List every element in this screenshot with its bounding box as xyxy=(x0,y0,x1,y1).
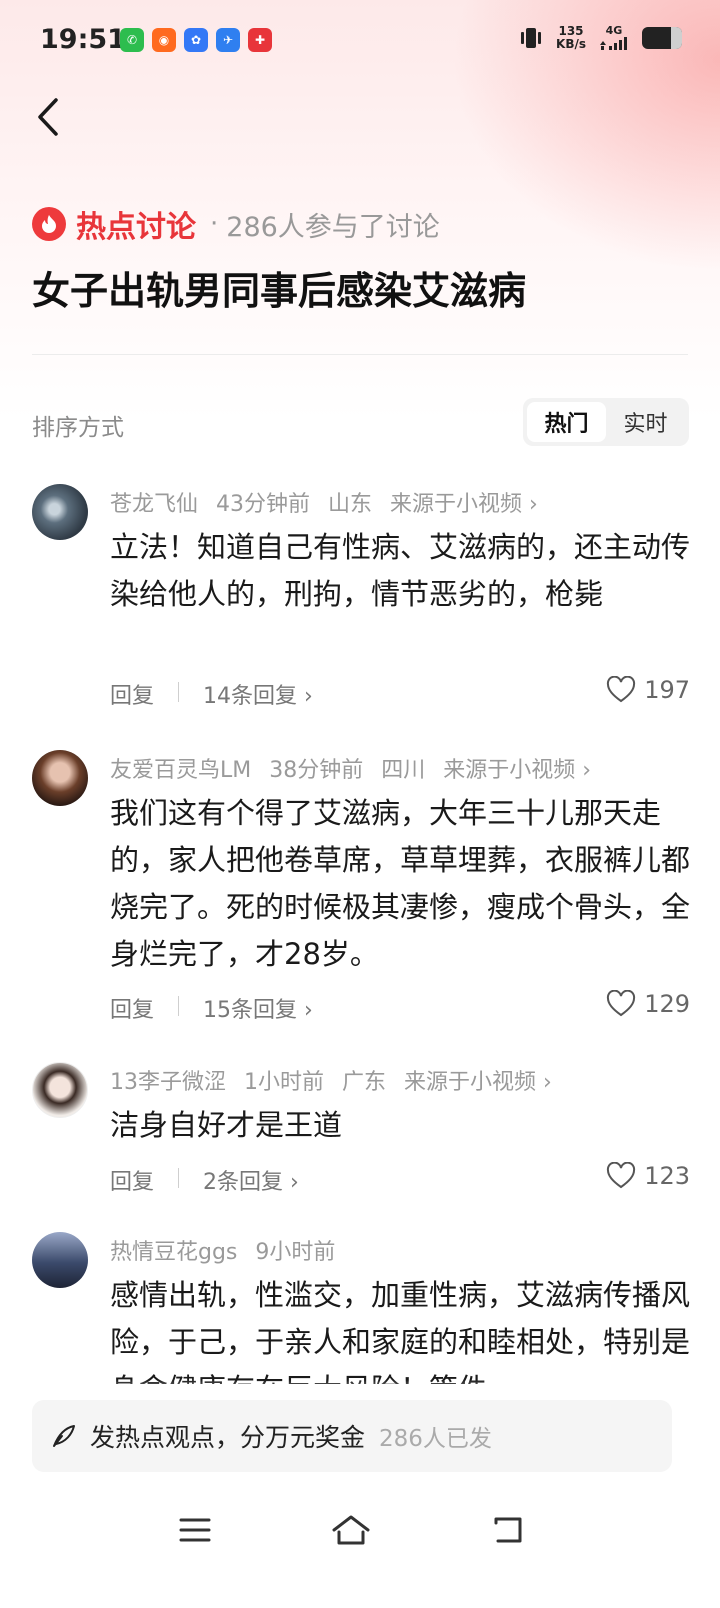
reply-count: 15条回复 xyxy=(203,998,297,1023)
comment-location: 山东 xyxy=(328,492,373,517)
comment-source-link[interactable]: 来源于小视频 › xyxy=(443,758,591,783)
chevron-right-icon: › xyxy=(304,684,313,709)
reply-button[interactable]: 回复 xyxy=(110,992,154,1024)
comment-meta: 热情豆花ggs 9小时前 xyxy=(110,1234,353,1266)
topic-title: 女子出轨男同事后感染艾滋病 xyxy=(32,269,527,313)
like-count: 129 xyxy=(644,990,690,1018)
sort-option-latest[interactable]: 实时 xyxy=(606,402,685,442)
baidu-map-icon: ✿ xyxy=(184,28,208,52)
avatar[interactable] xyxy=(32,484,88,540)
network-speed-value: 135 xyxy=(558,23,584,38)
network-speed: 135 KB/s xyxy=(556,23,586,51)
like-button[interactable]: 197 xyxy=(606,676,690,704)
comment-text: 立法！知道自己有性病、艾滋病的，还主动传染给他人的，刑拘，情节恶劣的，枪毙 xyxy=(110,530,691,611)
like-count: 197 xyxy=(644,676,690,704)
taobao-icon: ◉ xyxy=(152,28,176,52)
heart-icon xyxy=(607,990,636,1017)
action-separator xyxy=(178,996,179,1016)
sort-option-hot[interactable]: 热门 xyxy=(527,402,606,442)
comment-source: 来源于小视频 xyxy=(443,758,576,783)
comment-meta: 13李子微涩 1小时前 广东 来源于小视频 › xyxy=(110,1064,552,1096)
browser-icon: ✈ xyxy=(216,28,240,52)
reply-button[interactable]: 回复 xyxy=(110,678,154,710)
comment-text: 洁身自好才是王道 xyxy=(110,1108,343,1142)
compose-prompt: 发热点观点，分万元奖金 xyxy=(90,1423,366,1452)
home-button[interactable] xyxy=(326,1508,376,1552)
hot-topic-tag: 热点讨论 · 286人参与了讨论 xyxy=(32,202,440,246)
like-button[interactable]: 123 xyxy=(606,1162,690,1190)
back-nav-button[interactable] xyxy=(484,1508,534,1552)
bottom-fade xyxy=(0,1380,720,1400)
compose-count: 286人已发 xyxy=(379,1426,492,1452)
reply-button[interactable]: 回复 xyxy=(110,1164,154,1196)
status-bar: 19:51 ✆ ◉ ✿ ✈ ✚ 135 KB/s 4G xyxy=(0,0,720,84)
hot-topic-label: 热点讨论 xyxy=(76,210,196,245)
comment-time: 9小时前 xyxy=(255,1240,336,1265)
action-separator xyxy=(178,1168,179,1188)
comment-username[interactable]: 友爱百灵鸟LM xyxy=(110,758,251,783)
comment-time: 1小时前 xyxy=(244,1070,324,1095)
compose-bar[interactable]: 发热点观点，分万元奖金 286人已发 xyxy=(32,1400,672,1472)
comment-username[interactable]: 苍龙飞仙 xyxy=(110,492,198,517)
heart-icon xyxy=(607,1162,636,1189)
comment-text: 我们这有个得了艾滋病，大年三十儿那天走的，家人把他卷草席，草草埋葬，衣服裤儿都烧… xyxy=(110,796,691,971)
notification-app-icons: ✆ ◉ ✿ ✈ ✚ xyxy=(120,28,272,52)
signal-bars-icon xyxy=(600,37,627,50)
chevron-right-icon: › xyxy=(290,1170,299,1195)
header-divider xyxy=(32,354,688,355)
chevron-right-icon: › xyxy=(304,998,313,1023)
chevron-right-icon: › xyxy=(529,492,538,517)
heart-icon xyxy=(607,676,636,703)
system-navigation-bar xyxy=(0,1490,720,1570)
comment-actions: 回复 2条回复 › 123 xyxy=(110,1162,690,1196)
battery-icon xyxy=(642,26,682,49)
comment-time: 38分钟前 xyxy=(269,758,364,783)
view-replies-link[interactable]: 15条回复 › xyxy=(203,992,313,1024)
comment-meta: 友爱百灵鸟LM 38分钟前 四川 来源于小视频 › xyxy=(110,752,591,784)
flame-icon xyxy=(32,207,66,241)
chevron-right-icon: › xyxy=(543,1070,552,1095)
comment-actions: 回复 14条回复 › 197 xyxy=(110,676,690,710)
reply-count: 2条回复 xyxy=(203,1170,283,1195)
participant-count: 286人参与了讨论 xyxy=(226,211,440,243)
reply-count: 14条回复 xyxy=(203,684,297,709)
chevron-right-icon: › xyxy=(582,758,592,783)
network-type: 4G xyxy=(605,24,623,37)
like-count: 123 xyxy=(644,1162,690,1190)
menu-button[interactable] xyxy=(170,1508,220,1552)
signal-indicator: 4G xyxy=(598,24,630,51)
wechat-icon: ✆ xyxy=(120,28,144,52)
comment-source: 来源于小视频 xyxy=(404,1070,537,1095)
avatar[interactable] xyxy=(32,750,88,806)
home-icon xyxy=(332,1515,370,1545)
back-button[interactable] xyxy=(28,92,68,142)
comment-location: 广东 xyxy=(342,1070,387,1095)
pinduoduo-icon: ✚ xyxy=(248,28,272,52)
comment-source-link[interactable]: 来源于小视频 › xyxy=(390,492,538,517)
view-replies-link[interactable]: 14条回复 › xyxy=(203,678,313,710)
comment-meta: 苍龙飞仙 43分钟前 山东 来源于小视频 › xyxy=(110,486,538,518)
status-time: 19:51 xyxy=(40,24,126,55)
chevron-left-icon xyxy=(38,98,58,136)
action-separator xyxy=(178,682,179,702)
view-replies-link[interactable]: 2条回复 › xyxy=(203,1164,299,1196)
comment-actions: 回复 15条回复 › 129 xyxy=(110,990,690,1024)
sort-toggle: 热门 实时 xyxy=(523,398,689,446)
comment-location: 四川 xyxy=(381,758,426,783)
comment-source: 来源于小视频 xyxy=(390,492,523,517)
network-speed-unit: KB/s xyxy=(556,36,586,51)
sort-label: 排序方式 xyxy=(32,415,124,441)
menu-icon xyxy=(179,1518,211,1542)
comment-time: 43分钟前 xyxy=(216,492,311,517)
comment-username[interactable]: 热情豆花ggs xyxy=(110,1240,237,1265)
pen-icon xyxy=(53,1425,75,1447)
avatar[interactable] xyxy=(32,1232,88,1288)
separator-dot: · xyxy=(210,209,219,239)
comment-source-link[interactable]: 来源于小视频 › xyxy=(404,1070,552,1095)
return-icon xyxy=(494,1517,522,1543)
comment-username[interactable]: 13李子微涩 xyxy=(110,1070,226,1095)
avatar[interactable] xyxy=(32,1062,88,1118)
vibrate-icon xyxy=(518,25,544,51)
like-button[interactable]: 129 xyxy=(606,990,690,1018)
